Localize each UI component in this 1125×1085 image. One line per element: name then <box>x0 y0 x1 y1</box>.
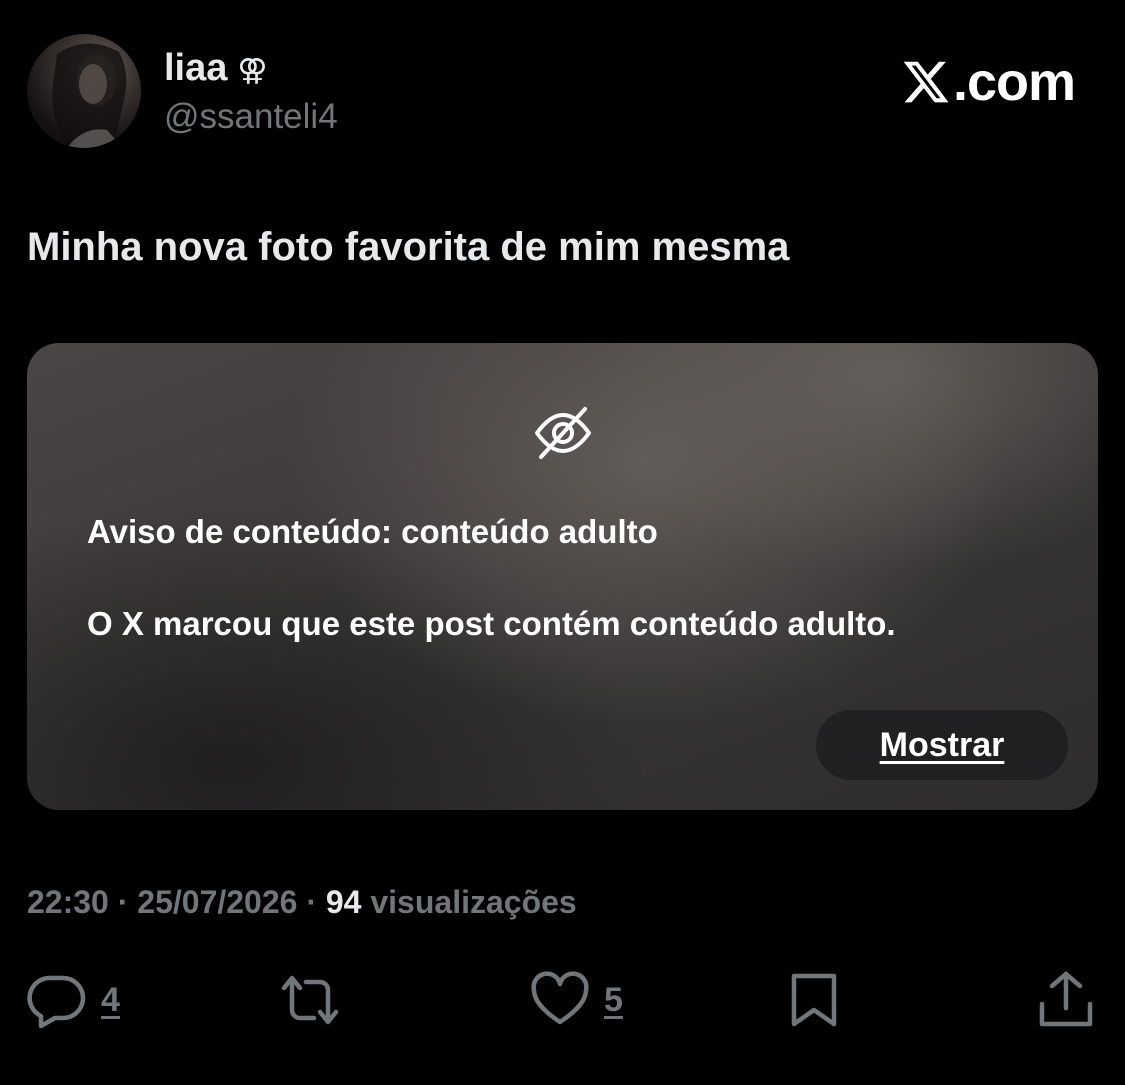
brand-watermark: .com <box>901 52 1076 112</box>
share-icon <box>1039 971 1093 1027</box>
sensitive-media-card[interactable]: Aviso de conteúdo: conteúdo adulto O X m… <box>27 343 1098 810</box>
post-date[interactable]: 25/07/2026 <box>137 884 297 920</box>
eye-slash-icon <box>535 407 591 459</box>
bookmark-button[interactable] <box>784 968 844 1032</box>
author-handle[interactable]: @ssanteli4 <box>164 94 338 140</box>
show-media-button[interactable]: Mostrar <box>816 710 1068 780</box>
like-button[interactable]: 5 <box>530 968 623 1032</box>
share-button[interactable] <box>1036 968 1096 1032</box>
like-count[interactable]: 5 <box>604 978 623 1022</box>
post-meta: 22:30 · 25/07/2026 · 94 visualizações <box>27 880 577 924</box>
author-name-text: liaa <box>164 47 228 89</box>
avatar[interactable] <box>27 34 141 148</box>
name-symbol: ⚢ <box>237 53 268 88</box>
x-logo-icon <box>903 61 949 103</box>
reply-button[interactable]: 4 <box>27 968 120 1032</box>
bookmark-icon <box>791 973 837 1027</box>
heart-icon <box>531 971 589 1025</box>
repost-icon <box>281 975 339 1025</box>
warning-title: Aviso de conteúdo: conteúdo adulto <box>87 513 658 550</box>
reply-count[interactable]: 4 <box>101 978 120 1022</box>
views-label: visualizações <box>370 884 577 920</box>
repost-button[interactable] <box>280 968 340 1032</box>
meta-separator: · <box>306 884 317 920</box>
post-time[interactable]: 22:30 <box>27 884 109 920</box>
reply-icon <box>27 975 86 1029</box>
meta-separator: · <box>117 884 129 920</box>
warning-message: O X marcou que este post contém conteúdo… <box>87 605 896 642</box>
brand-suffix: .com <box>952 52 1076 112</box>
post-text: Minha nova foto favorita de mim mesma <box>27 225 790 269</box>
views-count: 94 <box>325 884 362 920</box>
action-bar: 4 5 <box>0 968 1125 1032</box>
author-display-name[interactable]: liaa ⚢ <box>164 44 268 95</box>
